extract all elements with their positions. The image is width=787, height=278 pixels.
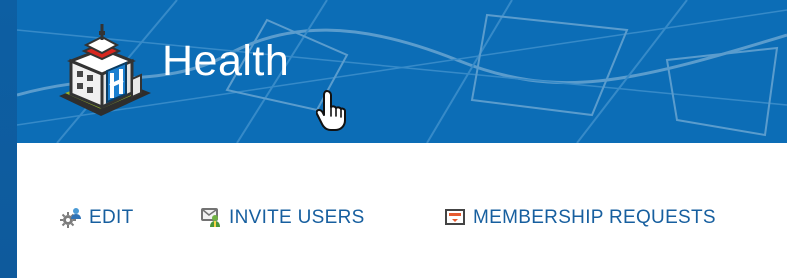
invite-users-icon [201,208,220,227]
hospital-building-icon [59,24,151,116]
page-title: Health [162,37,290,85]
group-header: Health [17,0,787,143]
browser-frame: Health EDIT INVITE USERS MEMBERSHIP REQU… [0,0,787,278]
membership-requests-icon [445,209,465,225]
gear-people-icon [60,208,81,228]
membership-requests-label: MEMBERSHIP REQUESTS [473,206,716,228]
left-window-edge [0,0,17,278]
content-area: EDIT INVITE USERS MEMBERSHIP REQUESTS [17,143,787,278]
membership-requests-button[interactable]: MEMBERSHIP REQUESTS [444,198,716,236]
edit-button[interactable]: EDIT [60,198,133,236]
group-actions-toolbar: EDIT INVITE USERS MEMBERSHIP REQUESTS [17,198,787,238]
edit-label: EDIT [89,206,134,228]
invite-users-button[interactable]: INVITE USERS [200,198,365,236]
invite-users-label: INVITE USERS [229,206,365,228]
